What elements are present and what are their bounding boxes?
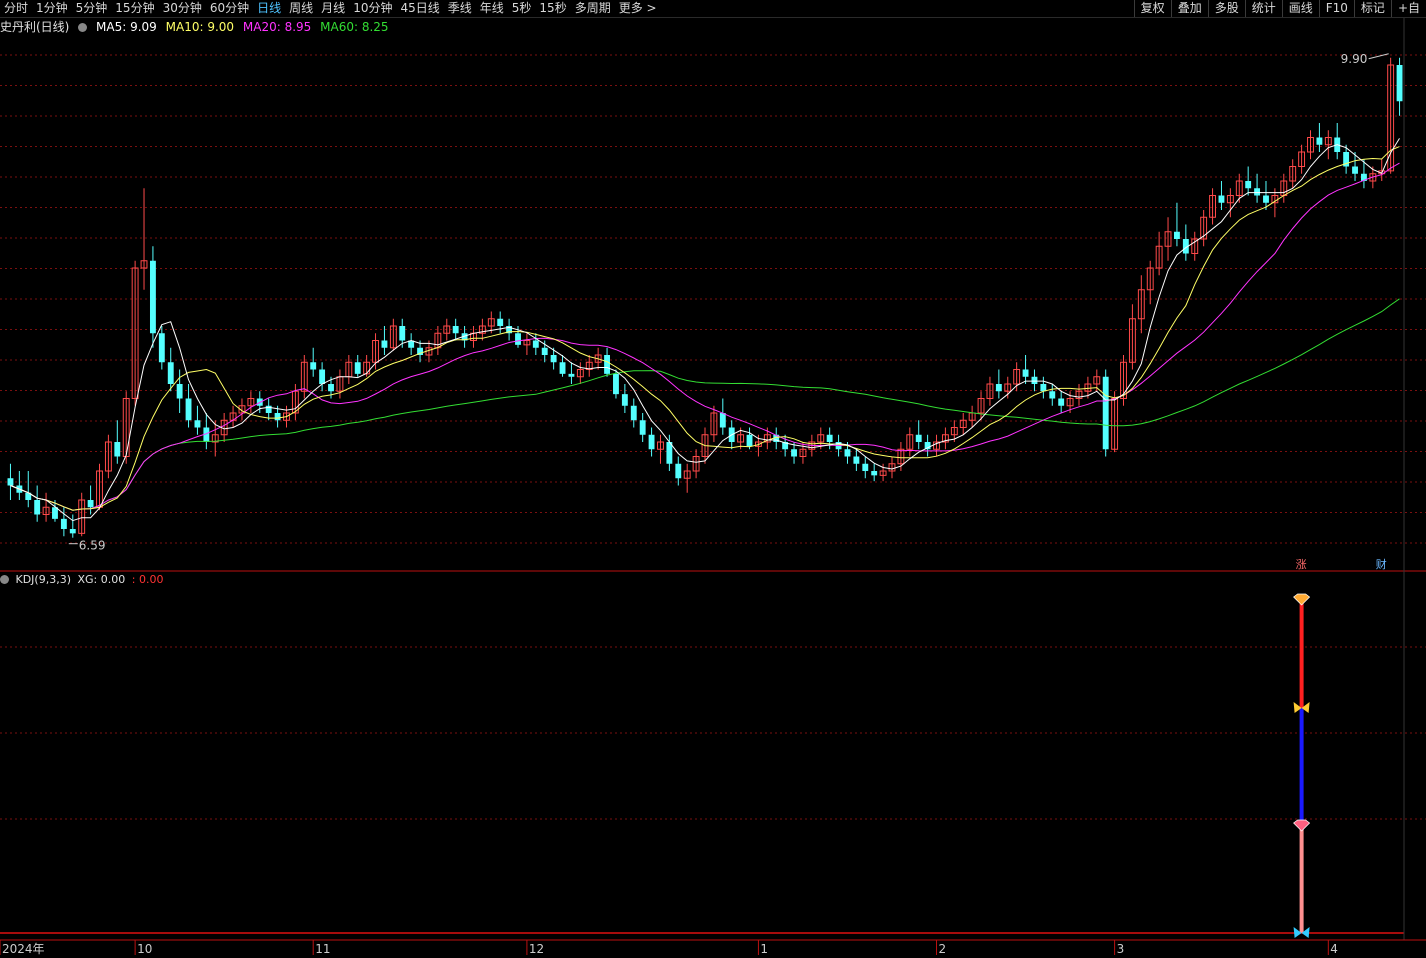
candle-body bbox=[452, 326, 459, 334]
x-tick-label: 2024年 bbox=[2, 942, 45, 956]
candle-body bbox=[621, 394, 628, 406]
candle-body bbox=[604, 355, 610, 374]
candle-body bbox=[381, 340, 388, 348]
candle-body bbox=[1316, 137, 1323, 145]
event-marker-zhang: 涨 bbox=[1296, 558, 1307, 571]
candle-body bbox=[1040, 384, 1047, 392]
candle-body bbox=[158, 333, 165, 363]
x-tick-label: 4 bbox=[1330, 942, 1338, 956]
candle-body bbox=[7, 478, 14, 486]
candle-body bbox=[844, 449, 851, 457]
candle-body bbox=[995, 384, 1002, 392]
candle-body bbox=[1218, 195, 1225, 203]
low-price-label: 6.59 bbox=[79, 539, 106, 553]
candle-body bbox=[559, 362, 566, 374]
candle-body bbox=[1049, 391, 1056, 399]
candle-body bbox=[69, 529, 76, 534]
candle-body bbox=[1352, 166, 1358, 174]
candle-body bbox=[167, 362, 174, 384]
candle-body bbox=[1031, 376, 1038, 384]
candle-body bbox=[853, 456, 860, 464]
candle-body bbox=[1022, 369, 1029, 377]
candle-body bbox=[87, 500, 94, 508]
candle-body bbox=[60, 518, 67, 529]
high-price-label: 9.90 bbox=[1341, 52, 1368, 66]
candle-body bbox=[185, 398, 192, 421]
candle-body bbox=[1263, 195, 1269, 203]
candle-body bbox=[399, 326, 406, 341]
candle-body bbox=[52, 507, 58, 519]
diamond-icon bbox=[1293, 819, 1311, 832]
candle-body bbox=[1173, 231, 1180, 239]
candle-body bbox=[568, 373, 575, 377]
candle-body bbox=[149, 260, 156, 334]
x-tick-label: 10 bbox=[137, 942, 152, 956]
x-tick-label: 3 bbox=[1117, 942, 1125, 956]
x-tick-label: 11 bbox=[315, 942, 330, 956]
candle-body bbox=[719, 413, 726, 428]
candle-body bbox=[550, 355, 557, 363]
candle-body bbox=[1058, 398, 1065, 406]
candle-body bbox=[675, 463, 682, 479]
candle-body bbox=[630, 405, 637, 421]
candle-body bbox=[746, 434, 753, 447]
x-tick-label: 2 bbox=[939, 942, 947, 956]
x-tick-label: 12 bbox=[529, 942, 544, 956]
candle-body bbox=[274, 413, 281, 421]
candle-body bbox=[648, 434, 655, 450]
candle-body bbox=[862, 463, 869, 471]
candle-body bbox=[915, 434, 922, 442]
candle-body bbox=[176, 384, 183, 399]
candle-body bbox=[791, 449, 797, 457]
candle-body bbox=[613, 373, 619, 395]
diamond-icon bbox=[1293, 593, 1311, 606]
candle-body bbox=[114, 442, 121, 457]
candle-body bbox=[515, 333, 521, 345]
candle-body bbox=[1396, 65, 1403, 102]
candle-body bbox=[532, 340, 539, 348]
ma60-line bbox=[10, 298, 1400, 511]
candle-body bbox=[319, 369, 326, 384]
candle-body bbox=[871, 471, 878, 476]
candle-body bbox=[34, 500, 41, 515]
candle-body bbox=[354, 362, 361, 374]
candle-body bbox=[639, 420, 646, 435]
candle-body bbox=[497, 318, 504, 326]
stock-chart[interactable]: 9.906.59涨财$2024年101112123456 bbox=[0, 0, 1426, 958]
candle-body bbox=[1102, 376, 1109, 450]
candle-body bbox=[541, 347, 548, 355]
event-marker-cai: 财 bbox=[1376, 557, 1387, 571]
candle-body bbox=[310, 362, 317, 370]
candle-body bbox=[194, 420, 201, 428]
candle-body bbox=[1254, 188, 1261, 196]
candle-body bbox=[1245, 181, 1252, 189]
x-tick-label: 1 bbox=[760, 942, 768, 956]
candle-body bbox=[826, 434, 833, 442]
candle-body bbox=[328, 384, 334, 392]
